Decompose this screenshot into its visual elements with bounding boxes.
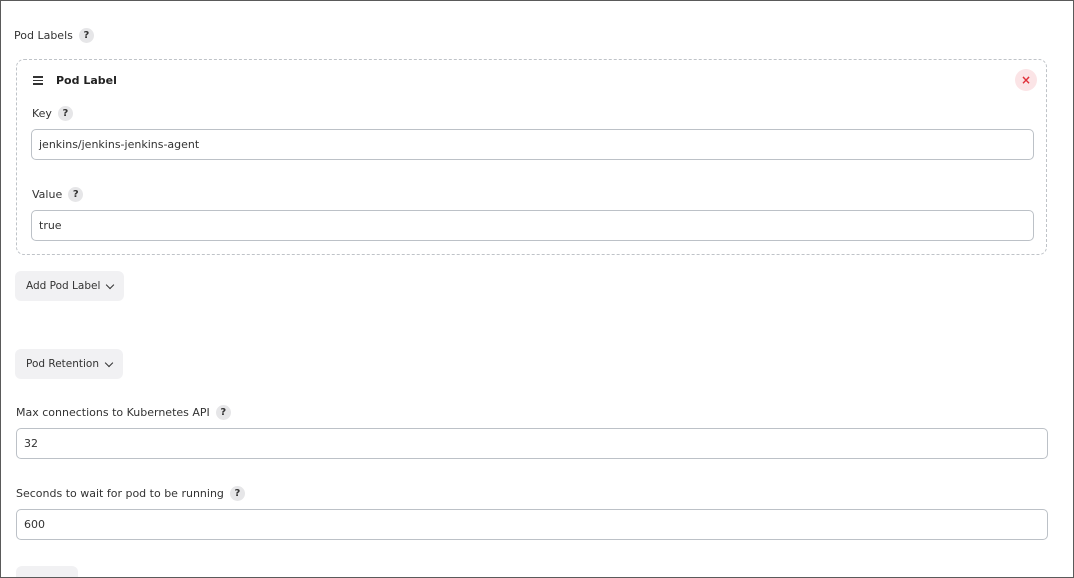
max-connections-input[interactable]: 32 bbox=[16, 428, 1048, 459]
max-connections-label: Max connections to Kubernetes API bbox=[16, 406, 210, 419]
pod-label-header: Pod Label bbox=[33, 74, 117, 87]
pod-labels-label: Pod Labels bbox=[14, 29, 73, 42]
value-input[interactable]: true bbox=[31, 210, 1034, 241]
value-help-icon[interactable]: ? bbox=[68, 187, 84, 202]
remove-pod-label-button[interactable]: × bbox=[1015, 69, 1037, 91]
drag-handle-icon[interactable] bbox=[33, 76, 43, 85]
wait-seconds-help-icon[interactable]: ? bbox=[229, 486, 245, 501]
pod-retention-button[interactable]: Pod Retention bbox=[15, 349, 124, 379]
key-label-row: Key ? bbox=[32, 106, 73, 121]
pod-label-title: Pod Label bbox=[56, 74, 117, 87]
wait-seconds-label: Seconds to wait for pod to be running bbox=[16, 487, 224, 500]
max-connections-row: Max connections to Kubernetes API ? bbox=[16, 405, 231, 420]
max-connections-help-icon[interactable]: ? bbox=[215, 405, 231, 420]
add-pod-label-button[interactable]: Add Pod Label bbox=[15, 271, 125, 301]
chevron-down-icon bbox=[106, 280, 115, 289]
chevron-down-icon bbox=[104, 358, 114, 367]
value-label: Value bbox=[32, 188, 63, 201]
pod-label-item: Pod Label × Key ? jenkins/jenkins-jenkin… bbox=[16, 59, 1047, 255]
key-input[interactable]: jenkins/jenkins-jenkins-agent bbox=[31, 129, 1034, 160]
partial-button[interactable] bbox=[16, 566, 78, 577]
key-help-icon[interactable]: ? bbox=[57, 106, 73, 121]
config-panel: Pod Labels ? Pod Label × Key ? jenkins/j… bbox=[0, 0, 1074, 578]
add-pod-label-text: Add Pod Label bbox=[26, 280, 101, 292]
pod-labels-help-icon[interactable]: ? bbox=[78, 28, 94, 43]
wait-seconds-row: Seconds to wait for pod to be running ? bbox=[16, 486, 245, 501]
pod-labels-row: Pod Labels ? bbox=[14, 28, 94, 43]
wait-seconds-input[interactable]: 600 bbox=[16, 509, 1048, 540]
value-label-row: Value ? bbox=[32, 187, 84, 202]
pod-retention-text: Pod Retention bbox=[26, 358, 100, 370]
key-label: Key bbox=[32, 107, 52, 120]
